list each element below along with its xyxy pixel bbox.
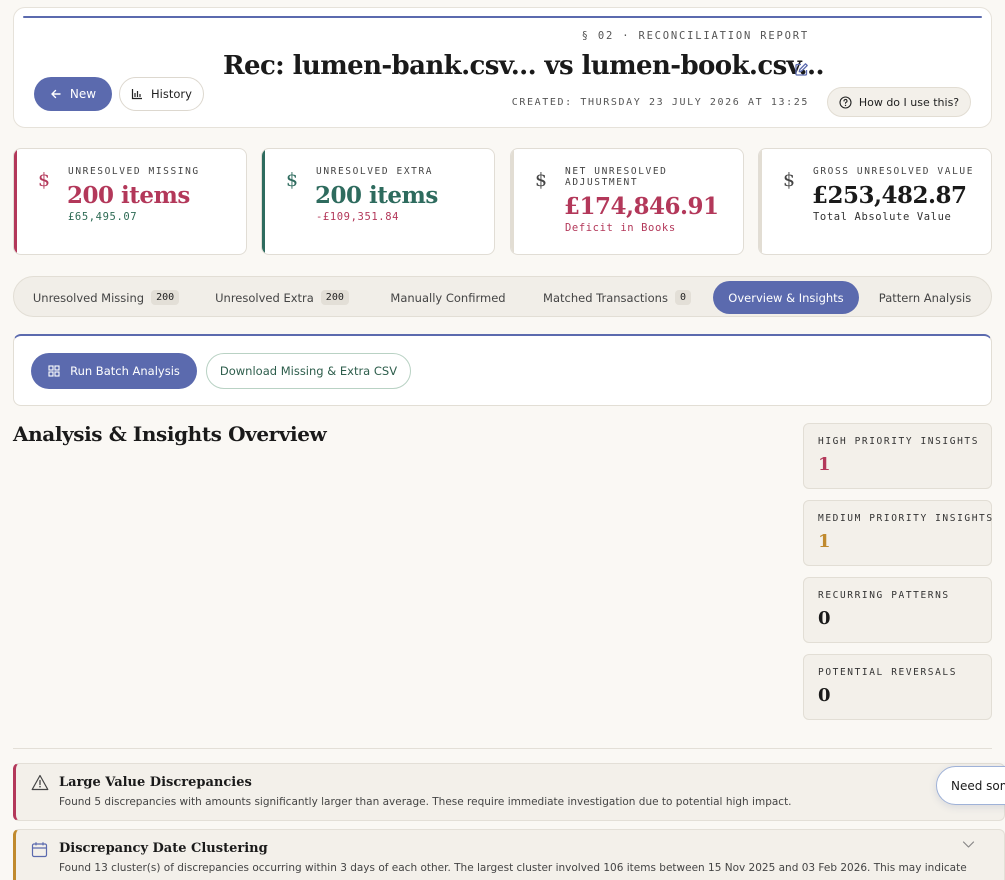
tab-label: Overview & Insights	[728, 290, 844, 305]
stat-sub: £65,495.07	[68, 211, 138, 223]
tab-unresolved-missing[interactable]: Unresolved Missing 200	[22, 281, 190, 314]
tab-unresolved-extra[interactable]: Unresolved Extra 200	[206, 281, 358, 314]
stat-accent	[759, 149, 762, 254]
stat-value: £253,482.87	[812, 182, 967, 209]
insight-label: HIGH PRIORITY INSIGHTS	[818, 436, 980, 447]
chevron-down-icon[interactable]	[962, 840, 975, 849]
alert-text: Found 13 cluster(s) of discrepancies occ…	[59, 862, 967, 874]
stat-accent	[511, 149, 514, 254]
chat-help-label: Need some help?	[951, 778, 1005, 793]
arrow-left-icon	[51, 89, 61, 99]
tab-count-badge: 200	[320, 290, 349, 305]
created-timestamp: CREATED: THURSDAY 23 JULY 2026 AT 13:25	[511, 97, 809, 108]
tab-count-badge: 200	[151, 290, 180, 305]
tab-label: Unresolved Missing	[32, 290, 145, 305]
stat-card-net-adjustment: $ NET UNRESOLVED ADJUSTMENT £174,846.91 …	[510, 148, 744, 255]
report-eyebrow: § 02 · RECONCILIATION REPORT	[581, 30, 809, 42]
insight-card-recurring-patterns: RECURRING PATTERNS 0	[803, 577, 992, 643]
section-divider	[13, 748, 992, 749]
insight-card-medium-priority: MEDIUM PRIORITY INSIGHTS 1	[803, 500, 992, 566]
stat-accent	[262, 149, 265, 254]
tab-count-badge: 0	[674, 290, 691, 305]
insight-label: POTENTIAL REVERSALS	[818, 667, 958, 678]
insight-label: RECURRING PATTERNS	[818, 590, 950, 601]
section-title: Analysis & Insights Overview	[13, 422, 327, 446]
chart-icon	[131, 89, 143, 100]
insight-value: 0	[818, 685, 831, 706]
download-csv-label: Download Missing & Extra CSV	[219, 364, 398, 378]
chat-help-button[interactable]: Need some help?	[936, 766, 1005, 805]
stat-label: GROSS UNRESOLVED VALUE	[813, 166, 975, 177]
insight-card-high-priority: HIGH PRIORITY INSIGHTS 1	[803, 423, 992, 489]
grid-icon	[48, 365, 60, 377]
dollar-icon: $	[286, 169, 299, 191]
stat-value: 200 items	[67, 182, 190, 209]
history-button-label: History	[151, 87, 192, 101]
question-circle-icon	[839, 95, 852, 109]
tab-label: Pattern Analysis	[878, 290, 972, 305]
alert-date-clustering[interactable]: Discrepancy Date Clustering Found 13 clu…	[13, 829, 1005, 880]
run-batch-analysis-label: Run Batch Analysis	[70, 364, 180, 378]
edit-icon[interactable]	[794, 62, 809, 77]
tab-pattern-analysis[interactable]: Pattern Analysis	[868, 281, 982, 314]
tab-matched-transactions[interactable]: Matched Transactions 0	[532, 281, 702, 314]
insight-value: 0	[818, 608, 831, 629]
help-button-label: How do I use this?	[858, 95, 960, 109]
stat-sub: Total Absolute Value	[813, 211, 952, 223]
dollar-icon: $	[783, 169, 796, 191]
history-button[interactable]: History	[119, 77, 204, 111]
dollar-icon: $	[38, 169, 51, 191]
action-bar: Run Batch Analysis Download Missing & Ex…	[13, 334, 992, 406]
tab-label: Matched Transactions	[543, 290, 668, 305]
run-batch-analysis-button[interactable]: Run Batch Analysis	[31, 353, 197, 389]
alert-title: Discrepancy Date Clustering	[59, 841, 268, 856]
tab-overview-insights[interactable]: Overview & Insights	[713, 281, 859, 314]
download-csv-button[interactable]: Download Missing & Extra CSV	[206, 353, 411, 389]
tab-label: Manually Confirmed	[390, 290, 506, 305]
stat-label: UNRESOLVED EXTRA	[316, 166, 434, 177]
stat-card-unresolved-extra: $ UNRESOLVED EXTRA 200 items -£109,351.8…	[261, 148, 495, 255]
stat-label: UNRESOLVED MISSING	[68, 166, 200, 177]
stat-card-unresolved-missing: $ UNRESOLVED MISSING 200 items £65,495.0…	[13, 148, 247, 255]
alert-large-value-discrepancies[interactable]: Large Value Discrepancies Found 5 discre…	[13, 763, 1005, 821]
calendar-icon	[31, 842, 48, 858]
dollar-icon: $	[535, 169, 548, 191]
stat-value: £174,846.91	[564, 193, 719, 220]
new-button-label: New	[69, 87, 97, 101]
alert-title: Large Value Discrepancies	[59, 775, 252, 790]
header-accent-rule	[23, 16, 982, 18]
stat-card-gross-value: $ GROSS UNRESOLVED VALUE £253,482.87 Tot…	[758, 148, 992, 255]
stat-label: NET UNRESOLVED ADJUSTMENT	[565, 166, 668, 188]
insight-value: 1	[818, 531, 831, 552]
stat-sub: Deficit in Books	[565, 222, 676, 234]
new-button[interactable]: New	[34, 77, 112, 111]
insight-label: MEDIUM PRIORITY INSIGHTS	[818, 513, 994, 524]
tab-label: Unresolved Extra	[215, 290, 314, 305]
stat-accent	[14, 149, 17, 254]
insight-value: 1	[818, 454, 831, 475]
tab-bar: Unresolved Missing 200 Unresolved Extra …	[13, 276, 992, 317]
insight-card-potential-reversals: POTENTIAL REVERSALS 0	[803, 654, 992, 720]
report-header: New History § 02 · RECONCILIATION REPORT…	[13, 7, 992, 128]
help-button[interactable]: How do I use this?	[827, 87, 971, 117]
stat-value: 200 items	[315, 182, 438, 209]
page-title: Rec: lumen-bank.csv... vs lumen-book.csv…	[223, 51, 825, 81]
alert-text: Found 5 discrepancies with amounts signi…	[59, 796, 792, 808]
tab-manually-confirmed[interactable]: Manually Confirmed	[376, 281, 520, 314]
warning-icon	[31, 774, 49, 791]
stat-sub: -£109,351.84	[316, 211, 400, 223]
